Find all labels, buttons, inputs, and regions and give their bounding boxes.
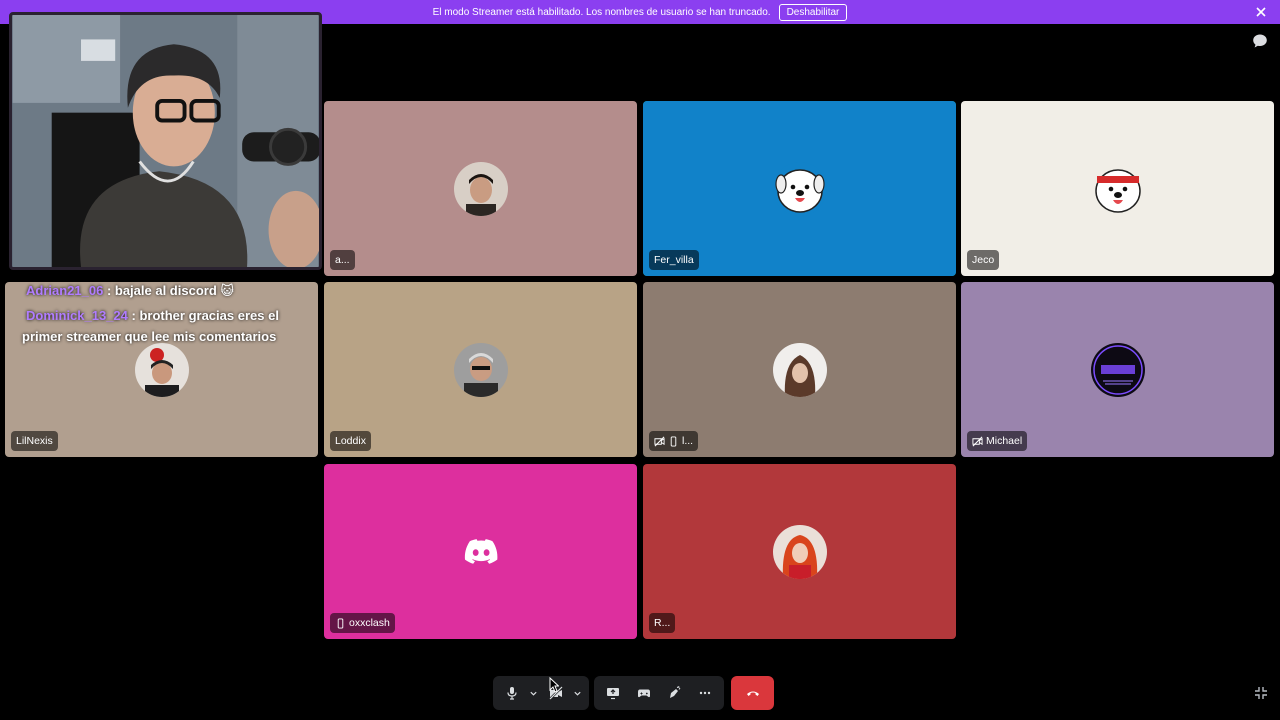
participant-name-tag: Michael (967, 431, 1028, 451)
participant-name-tag: l... (649, 431, 699, 451)
avatar (772, 161, 827, 216)
mouse-cursor-icon (549, 677, 559, 693)
more-icon (699, 691, 710, 695)
avatar (772, 524, 827, 579)
chevron-down-icon (530, 691, 537, 696)
participant-name-tag: Jeco (967, 250, 1000, 270)
chat-message: Adrian21_06 : bajale al discord 😺 (22, 280, 312, 301)
participant-name: Loddix (335, 435, 366, 447)
avatar (134, 342, 189, 397)
participant-name: Michael (986, 435, 1023, 447)
participant-name: R... (654, 617, 671, 629)
participant-tile[interactable]: a... (324, 101, 637, 276)
discord-logo-icon (464, 539, 498, 564)
microphone-button[interactable] (499, 679, 524, 707)
activity-controls (594, 676, 724, 710)
soundboard-icon (670, 686, 681, 698)
chat-bubble-icon[interactable] (1252, 33, 1268, 49)
call-controls (0, 676, 1280, 710)
chat-username: Dominick_13_24 (26, 308, 128, 323)
participant-name-tag: a... (330, 250, 355, 270)
chat-separator: : (103, 283, 115, 298)
disconnect-button[interactable] (731, 676, 774, 710)
participant-name: a... (335, 254, 350, 266)
camera-off-icon (654, 436, 665, 446)
participant-name: LilNexis (16, 435, 53, 447)
participant-tile[interactable]: oxxclash (324, 464, 637, 639)
activities-button[interactable] (631, 679, 658, 707)
chat-text: bajale al discord 😺 (114, 283, 234, 298)
screen-share-button[interactable] (600, 679, 627, 707)
participant-name: Jeco (972, 254, 995, 266)
participant-tile[interactable]: Fer_villa (643, 101, 956, 276)
screen-share-icon (607, 688, 620, 700)
soundboard-button[interactable] (661, 679, 688, 707)
avatar (1090, 342, 1145, 397)
stream-chat-overlay: Adrian21_06 : bajale al discord 😺 Domini… (22, 280, 312, 347)
participant-tile[interactable]: R... (643, 464, 956, 639)
chat-message: Dominick_13_24 : brother gracias eres el… (22, 305, 312, 347)
participant-name: Fer_villa (654, 254, 694, 266)
microphone-icon (506, 687, 517, 700)
chat-username: Adrian21_06 (26, 283, 104, 298)
gamepad-icon (637, 689, 650, 698)
avatar (453, 161, 508, 216)
camera-options-button[interactable] (572, 679, 583, 707)
participant-tile[interactable]: Jeco (961, 101, 1274, 276)
close-icon[interactable] (1254, 5, 1268, 19)
banner-message: El modo Streamer está habilitado. Los no… (432, 6, 771, 18)
participant-name-tag: LilNexis (11, 431, 58, 451)
mobile-icon (337, 617, 344, 629)
participant-name: l... (682, 435, 694, 447)
avatar (453, 342, 508, 397)
participant-tile[interactable]: l... (643, 282, 956, 457)
microphone-options-button[interactable] (528, 679, 539, 707)
hangup-icon (746, 691, 759, 696)
mobile-icon (670, 435, 677, 447)
participant-tile[interactable]: Loddix (324, 282, 637, 457)
exit-fullscreen-icon[interactable] (1253, 685, 1269, 701)
webcam-feed (12, 15, 319, 267)
participant-name-tag: oxxclash (330, 613, 395, 633)
disable-streamer-mode-button[interactable]: Deshabilitar (778, 3, 848, 21)
avatar (772, 342, 827, 397)
streamer-webcam-overlay (9, 12, 322, 270)
participant-tile[interactable]: Michael (961, 282, 1274, 457)
chat-separator: : (127, 308, 140, 323)
more-options-button[interactable] (692, 679, 719, 707)
avatar (1090, 161, 1145, 216)
participant-name: oxxclash (349, 617, 390, 629)
participant-name-tag: Loddix (330, 431, 371, 451)
chevron-down-icon (574, 691, 581, 696)
av-controls (493, 676, 589, 710)
participant-name-tag: Fer_villa (649, 250, 699, 270)
camera-off-icon (972, 436, 983, 446)
participant-name-tag: R... (649, 613, 676, 633)
